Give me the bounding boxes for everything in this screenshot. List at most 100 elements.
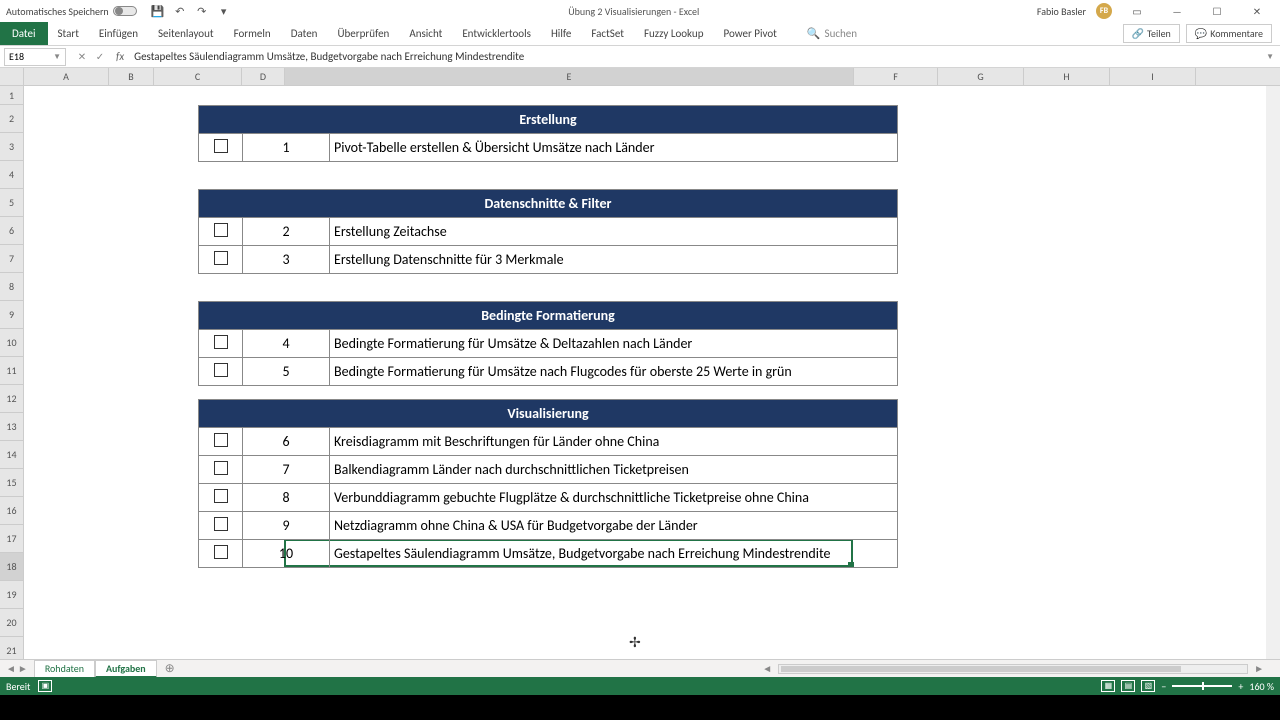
zoom-level[interactable]: 160 % [1249, 680, 1274, 693]
view-normal-icon[interactable]: ▦ [1101, 680, 1115, 692]
tab-daten[interactable]: Daten [281, 22, 328, 45]
section-table: Visualisierung6Kreisdiagramm mit Beschri… [198, 399, 898, 568]
row-header-5[interactable]: 5 [0, 189, 23, 217]
add-sheet-icon[interactable]: ⊕ [157, 661, 183, 676]
sheet-tab-rohdaten[interactable]: Rohdaten [34, 660, 95, 678]
redo-icon[interactable]: ↷ [195, 4, 209, 18]
row-header-21[interactable]: 21 [0, 637, 23, 659]
row-header-3[interactable]: 3 [0, 133, 23, 161]
row-header-11[interactable]: 11 [0, 357, 23, 385]
search-box[interactable]: 🔍 Suchen [787, 22, 1115, 45]
qat-customize-icon[interactable]: ▾ [217, 4, 231, 18]
zoom-out-icon[interactable]: − [1161, 680, 1166, 693]
row-header-12[interactable]: 12 [0, 385, 23, 413]
undo-icon[interactable]: ↶ [173, 4, 187, 18]
row-header-6[interactable]: 6 [0, 217, 23, 245]
col-header-B[interactable]: B [109, 68, 154, 85]
tab-entwicklertools[interactable]: Entwicklertools [452, 22, 541, 45]
view-layout-icon[interactable]: ▤ [1121, 680, 1135, 692]
select-all-corner[interactable] [0, 68, 23, 86]
spreadsheet-grid[interactable]: 12345678910111213141516171819202122 ABCD… [0, 68, 1280, 659]
cancel-formula-icon[interactable]: ✕ [74, 49, 90, 65]
formula-expand-icon[interactable]: ▼ [1260, 52, 1280, 62]
col-header-F[interactable]: F [854, 68, 938, 85]
checkbox[interactable] [214, 433, 228, 447]
col-header-D[interactable]: D [242, 68, 285, 85]
task-text: Gestapeltes Säulendiagramm Umsätze, Budg… [330, 540, 898, 568]
checkbox[interactable] [214, 363, 228, 377]
fx-icon[interactable]: fx [112, 50, 128, 63]
tab-power pivot[interactable]: Power Pivot [713, 22, 786, 45]
tab-ansicht[interactable]: Ansicht [399, 22, 452, 45]
search-icon: 🔍 [807, 27, 821, 40]
autosave-toggle-area[interactable]: Automatisches Speichern [0, 5, 143, 18]
tab-start[interactable]: Start [48, 22, 89, 45]
task-number: 8 [243, 484, 330, 512]
col-header-I[interactable]: I [1110, 68, 1196, 85]
row-header-2[interactable]: 2 [0, 105, 23, 133]
sheet-nav-next-icon[interactable]: ► [18, 662, 28, 675]
tab-factset[interactable]: FactSet [581, 22, 634, 45]
task-text: Verbunddiagramm gebuchte Flugplätze & du… [330, 484, 898, 512]
save-icon[interactable]: 💾 [151, 4, 165, 18]
hscroll-right-icon[interactable]: ► [1248, 662, 1270, 675]
tab-formeln[interactable]: Formeln [224, 22, 281, 45]
row-header-14[interactable]: 14 [0, 441, 23, 469]
tab-fuzzy lookup[interactable]: Fuzzy Lookup [634, 22, 714, 45]
checkbox[interactable] [214, 545, 228, 559]
close-icon[interactable]: ✕ [1242, 1, 1272, 21]
row-header-20[interactable]: 20 [0, 609, 23, 637]
checkbox[interactable] [214, 251, 228, 265]
name-box[interactable]: E18 ▼ [4, 48, 66, 66]
tab-einfügen[interactable]: Einfügen [89, 22, 148, 45]
row-header-9[interactable]: 9 [0, 301, 23, 329]
task-number: 6 [243, 428, 330, 456]
avatar[interactable]: FB [1096, 3, 1112, 19]
tab-hilfe[interactable]: Hilfe [541, 22, 581, 45]
vertical-scrollbar[interactable] [1266, 86, 1280, 659]
ribbon-display-icon[interactable]: ▭ [1122, 1, 1152, 21]
row-header-16[interactable]: 16 [0, 497, 23, 525]
sheet-tab-aufgaben[interactable]: Aufgaben [95, 660, 157, 678]
checkbox[interactable] [214, 461, 228, 475]
hscroll-left-icon[interactable]: ◄ [756, 662, 778, 675]
tab-überprüfen[interactable]: Überprüfen [327, 22, 399, 45]
row-header-19[interactable]: 19 [0, 581, 23, 609]
zoom-in-icon[interactable]: + [1238, 680, 1243, 693]
sheet-nav-prev-icon[interactable]: ◄ [6, 662, 16, 675]
formula-input[interactable]: Gestapeltes Säulendiagramm Umsätze, Budg… [128, 50, 1260, 63]
col-header-A[interactable]: A [24, 68, 109, 85]
checkbox[interactable] [214, 139, 228, 153]
row-header-18[interactable]: 18 [0, 553, 23, 581]
row-header-8[interactable]: 8 [0, 273, 23, 301]
tab-seitenlayout[interactable]: Seitenlayout [148, 22, 224, 45]
macro-record-icon[interactable]: ▣ [38, 680, 52, 692]
checkbox[interactable] [214, 517, 228, 531]
checkbox[interactable] [214, 489, 228, 503]
col-header-E[interactable]: E [285, 68, 854, 85]
maximize-icon[interactable]: ☐ [1202, 1, 1232, 21]
checkbox[interactable] [214, 335, 228, 349]
tab-file[interactable]: Datei [0, 22, 48, 45]
zoom-slider[interactable] [1172, 685, 1232, 687]
row-header-4[interactable]: 4 [0, 161, 23, 189]
row-header-1[interactable]: 1 [0, 86, 23, 105]
horizontal-scrollbar[interactable] [778, 664, 1248, 674]
name-box-dropdown-icon[interactable]: ▼ [53, 52, 61, 62]
checkbox[interactable] [214, 223, 228, 237]
enter-formula-icon[interactable]: ✓ [92, 49, 108, 65]
row-header-17[interactable]: 17 [0, 525, 23, 553]
row-header-7[interactable]: 7 [0, 245, 23, 273]
col-header-C[interactable]: C [154, 68, 242, 85]
row-header-10[interactable]: 10 [0, 329, 23, 357]
view-pagebreak-icon[interactable]: ▧ [1141, 680, 1155, 692]
row-header-13[interactable]: 13 [0, 413, 23, 441]
col-header-H[interactable]: H [1024, 68, 1110, 85]
sheet-tab-bar: ◄ ► RohdatenAufgaben ⊕ ◄ ► [0, 659, 1280, 677]
share-button[interactable]: 🔗Teilen [1123, 24, 1180, 43]
row-header-15[interactable]: 15 [0, 469, 23, 497]
col-header-G[interactable]: G [938, 68, 1024, 85]
comments-button[interactable]: 💬Kommentare [1186, 24, 1272, 43]
autosave-toggle[interactable] [113, 6, 137, 16]
minimize-icon[interactable]: — [1162, 1, 1192, 21]
